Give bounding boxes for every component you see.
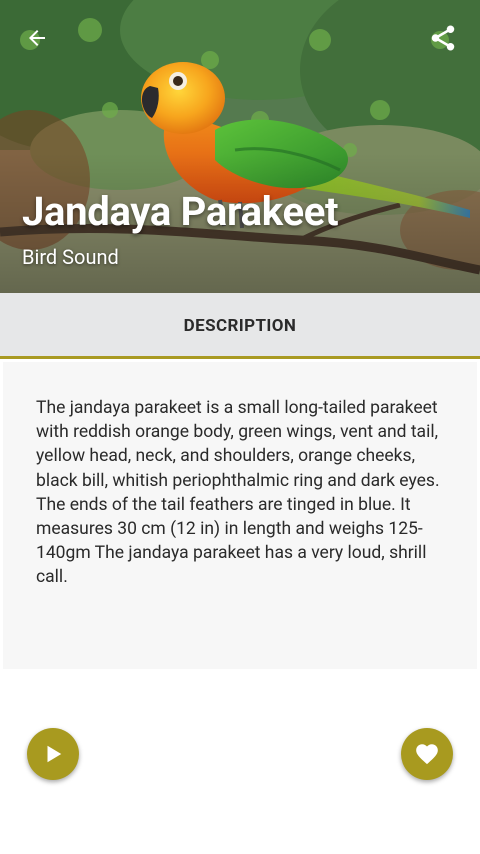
heart-icon xyxy=(416,744,438,765)
tab-bar: DESCRIPTION xyxy=(0,293,480,359)
tab-description[interactable]: DESCRIPTION xyxy=(184,314,297,336)
hero-header: Jandaya Parakeet Bird Sound xyxy=(0,0,480,293)
arrow-left-icon xyxy=(29,30,45,46)
play-icon xyxy=(47,745,62,763)
page-title: Jandaya Parakeet xyxy=(22,188,339,235)
favorite-button[interactable] xyxy=(401,728,453,780)
page-subtitle: Bird Sound xyxy=(22,245,119,269)
back-button[interactable] xyxy=(15,16,59,60)
play-button[interactable] xyxy=(27,728,79,780)
description-text: The jandaya parakeet is a small long-tai… xyxy=(36,398,440,588)
description-card: The jandaya parakeet is a small long-tai… xyxy=(3,362,477,669)
share-button[interactable] xyxy=(421,16,465,60)
share-icon xyxy=(431,25,455,51)
